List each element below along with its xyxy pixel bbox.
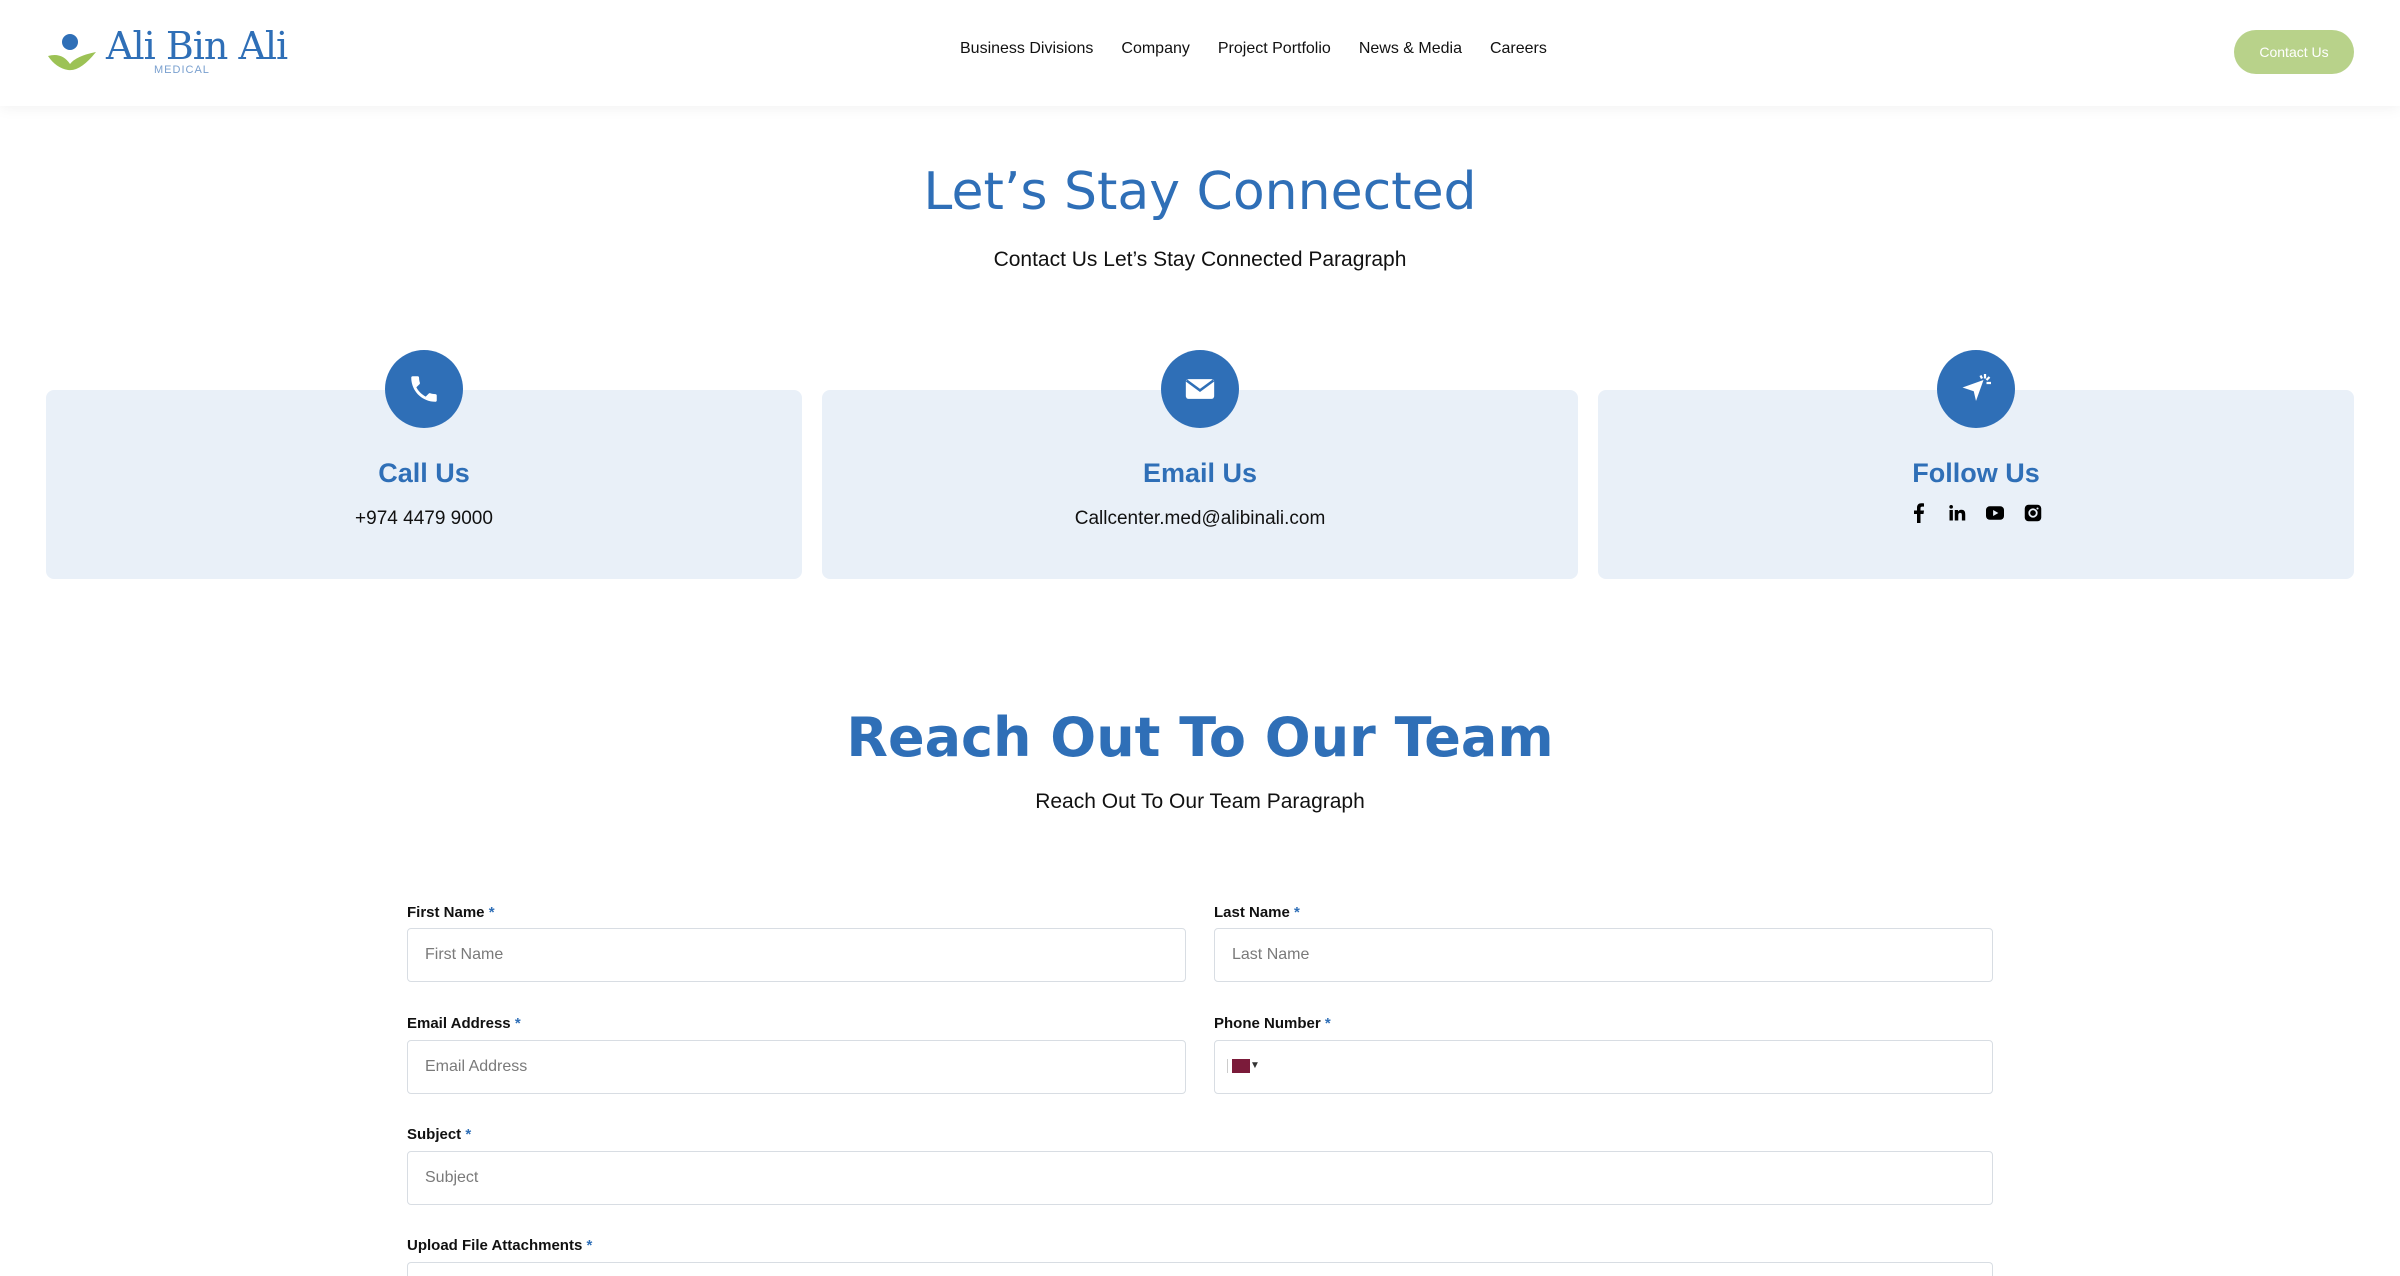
last-name-input[interactable] — [1214, 928, 1993, 982]
section-paragraph-connected: Contact Us Let’s Stay Connected Paragrap… — [993, 248, 1407, 271]
envelope-icon — [1161, 350, 1239, 428]
call-us-card: Call Us +974 4479 9000 — [46, 350, 802, 579]
first-name-input[interactable] — [407, 928, 1186, 982]
nav-careers[interactable]: Careers — [1490, 40, 1547, 58]
subject-label-text: Subject — [407, 1126, 462, 1143]
follow-us-card: Follow Us — [1598, 350, 2354, 579]
upload-dropzone[interactable] — [407, 1262, 1993, 1276]
phone-icon — [385, 350, 463, 428]
chevron-down-icon[interactable]: ▼ — [1250, 1060, 1260, 1071]
email-label: Email Address * — [407, 1015, 521, 1032]
main-nav: Business Divisions Company Project Portf… — [960, 40, 1547, 58]
required-mark: * — [488, 904, 495, 921]
phone-label-text: Phone Number — [1214, 1015, 1321, 1032]
linkedin-icon[interactable] — [1948, 504, 1966, 522]
phone-number[interactable]: +974 4479 9000 — [46, 508, 802, 530]
nav-project-portfolio[interactable]: Project Portfolio — [1218, 40, 1331, 58]
section-paragraph-reach-out: Reach Out To Our Team Paragraph — [1035, 790, 1365, 813]
location-arrow-icon — [1937, 350, 2015, 428]
logo[interactable]: Ali Bin Ali MEDICAL — [46, 24, 288, 78]
first-name-label-text: First Name — [407, 904, 485, 921]
section-title-connected: Let’s Stay Connected — [923, 162, 1477, 222]
section-title-reach-out: Reach Out To Our Team — [846, 706, 1554, 769]
last-name-label-text: Last Name — [1214, 904, 1290, 921]
logo-text: Ali Bin Ali — [106, 24, 288, 68]
required-mark: * — [514, 1015, 521, 1032]
subject-input[interactable] — [407, 1151, 1993, 1205]
logo-subtitle: MEDICAL — [154, 64, 210, 76]
phone-input[interactable] — [1214, 1040, 1993, 1094]
site-header: Ali Bin Ali MEDICAL Business Divisions C… — [0, 0, 2400, 106]
card-title: Follow Us — [1912, 458, 2040, 488]
email-label-text: Email Address — [407, 1015, 511, 1032]
email-us-card: Email Us Callcenter.med@alibinali.com — [822, 350, 1578, 579]
phone-label: Phone Number * — [1214, 1015, 1331, 1032]
email-input[interactable] — [407, 1040, 1186, 1094]
card-title: Call Us — [378, 458, 470, 488]
required-mark: * — [586, 1237, 593, 1254]
subject-label: Subject * — [407, 1126, 471, 1143]
required-mark: * — [1324, 1015, 1331, 1032]
first-name-label: First Name * — [407, 904, 495, 921]
facebook-icon[interactable] — [1910, 503, 1928, 523]
contact-us-button[interactable]: Contact Us — [2234, 30, 2354, 74]
nav-news-media[interactable]: News & Media — [1359, 40, 1462, 58]
required-mark: * — [465, 1126, 472, 1143]
logo-mark-icon — [48, 34, 96, 71]
qatar-flag-icon[interactable] — [1228, 1059, 1250, 1073]
instagram-icon[interactable] — [2024, 504, 2042, 522]
social-links — [1598, 503, 2354, 523]
card-title: Email Us — [1142, 458, 1258, 488]
nav-company[interactable]: Company — [1121, 40, 1189, 58]
upload-label-text: Upload File Attachments — [407, 1237, 583, 1254]
upload-label: Upload File Attachments * — [407, 1237, 592, 1254]
required-mark: * — [1294, 904, 1300, 921]
email-address[interactable]: Callcenter.med@alibinali.com — [822, 508, 1578, 530]
last-name-label: Last Name * — [1214, 904, 1300, 921]
nav-business-divisions[interactable]: Business Divisions — [960, 40, 1093, 58]
youtube-icon[interactable] — [1986, 504, 2004, 522]
